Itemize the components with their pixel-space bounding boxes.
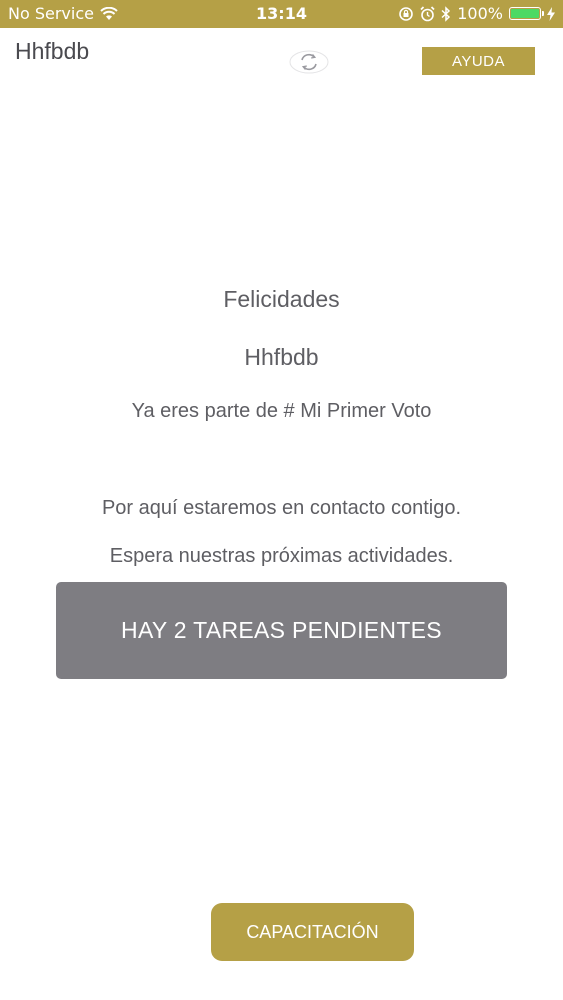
status-right: 100%: [398, 4, 555, 23]
bluetooth-icon: [441, 5, 451, 22]
refresh-icon[interactable]: [289, 50, 329, 74]
status-bar: No Service 13:14 100%: [0, 0, 563, 28]
congrats-title: Felicidades: [223, 286, 340, 312]
battery-icon: [509, 7, 544, 20]
battery-percent: 100%: [457, 4, 503, 23]
battery-fill: [511, 9, 539, 18]
alarm-icon: [420, 5, 435, 21]
help-button[interactable]: AYUDA: [422, 47, 535, 75]
wait-text: Espera nuestras próximas actividades.: [109, 545, 454, 567]
contact-text: Por aquí estaremos en contacto contigo.: [101, 497, 462, 519]
user-name: Hhfbdb: [244, 344, 319, 370]
pending-tasks-button[interactable]: HAY 2 TAREAS PENDIENTES: [56, 582, 507, 679]
membership-text: Ya eres parte de # Mi Primer Voto: [131, 400, 432, 422]
training-button[interactable]: CAPACITACIÓN: [211, 903, 414, 961]
orientation-lock-icon: [399, 6, 414, 21]
charging-bolt-icon: [547, 6, 555, 21]
header-title: Hhfbdb: [15, 38, 90, 64]
